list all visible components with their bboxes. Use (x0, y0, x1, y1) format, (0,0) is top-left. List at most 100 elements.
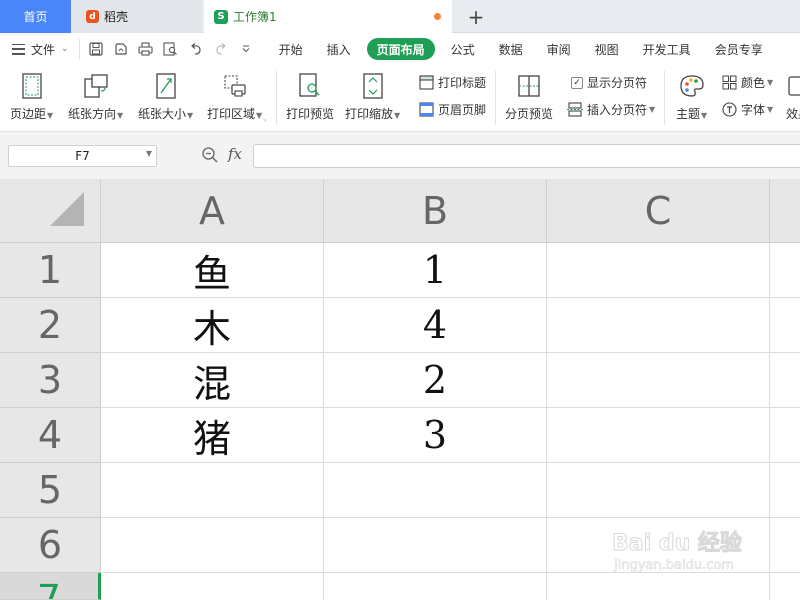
colors-button[interactable]: 颜色 ▼ (721, 74, 773, 91)
cell-b5[interactable] (324, 463, 547, 518)
row-header-6[interactable]: 6 (0, 518, 101, 573)
cell-a4[interactable]: 猪 (101, 408, 324, 463)
row-header-4[interactable]: 4 (0, 408, 101, 463)
print-area-label: 打印区域 (207, 107, 256, 121)
formula-input[interactable] (253, 144, 800, 168)
cell-a7[interactable] (101, 573, 324, 600)
cell-d1[interactable] (770, 243, 800, 298)
show-page-breaks-checkbox[interactable]: ✓ 显示分页符 (571, 74, 647, 91)
cell-d3[interactable] (770, 353, 800, 408)
page-break-preview-button[interactable]: 分页预览 (505, 67, 553, 122)
undo-icon[interactable] (186, 39, 206, 59)
cell-d5[interactable] (770, 463, 800, 518)
chevron-down-icon: ▼ (145, 149, 152, 158)
tab-formulas[interactable]: 公式 (439, 38, 487, 60)
effects-button[interactable]: 效果 (784, 67, 800, 122)
tab-daoke[interactable]: d 稻壳 (72, 0, 202, 33)
cell-a6[interactable] (101, 518, 324, 573)
theme-button[interactable]: 主题▼ (676, 67, 707, 122)
name-box[interactable]: F7 ▼ (8, 145, 157, 167)
watermark-main-text: Bai du 经验 (612, 531, 743, 557)
tab-review[interactable]: 审阅 (535, 38, 583, 60)
print-icon[interactable] (136, 39, 156, 59)
tab-insert[interactable]: 插入 (315, 38, 363, 60)
cell-a1[interactable]: 鱼 (101, 243, 324, 298)
tab-workbook[interactable]: S 工作簿1 (204, 0, 452, 33)
name-box-value: F7 (75, 149, 90, 163)
redo-icon[interactable] (211, 39, 231, 59)
print-scale-button[interactable]: 打印缩放▼ (345, 67, 400, 122)
column-header-a[interactable]: A (101, 179, 324, 243)
fonts-label: 字体 (741, 103, 766, 117)
customize-toolbar-icon[interactable] (236, 39, 256, 59)
tab-developer[interactable]: 开发工具 (631, 38, 703, 60)
cell-c2[interactable] (547, 298, 770, 353)
row-header-5[interactable]: 5 (0, 463, 101, 518)
tab-workbook-label: 工作簿1 (233, 10, 277, 24)
fonts-button[interactable]: 字体 ▼ (721, 101, 773, 118)
print-preview-button[interactable]: 打印预览 (286, 67, 334, 122)
row-header-7[interactable]: 7 (0, 573, 101, 600)
cell-c5[interactable] (547, 463, 770, 518)
cell-b1[interactable]: 1 (324, 243, 547, 298)
row-header-3[interactable]: 3 (0, 353, 101, 408)
page-break-preview-label: 分页预览 (505, 107, 554, 121)
effects-icon (784, 72, 800, 100)
cell-b7[interactable] (324, 573, 547, 600)
save-icon[interactable] (86, 39, 106, 59)
tab-start[interactable]: 开始 (267, 38, 315, 60)
insert-page-break-label: 插入分页符 (587, 103, 648, 117)
cell-d7[interactable] (770, 573, 800, 600)
cell-b3[interactable]: 2 (324, 353, 547, 408)
margins-button[interactable]: 页边距▼ (10, 67, 53, 122)
paper-size-icon (152, 72, 180, 100)
insert-function-icon[interactable]: fx (228, 145, 242, 163)
paper-size-label: 纸张大小 (138, 107, 187, 121)
column-header-b[interactable]: B (324, 179, 547, 243)
cell-c3[interactable] (547, 353, 770, 408)
paper-size-button[interactable]: 纸张大小▼ (138, 67, 193, 122)
cell-b4[interactable]: 3 (324, 408, 547, 463)
dialog-launcher-icon[interactable]: ⌝ (263, 119, 266, 127)
tab-home[interactable]: 首页 (0, 0, 71, 33)
daoke-logo-icon: d (86, 10, 99, 23)
file-menu[interactable]: 文件 ⌄ (0, 33, 69, 65)
tab-page-layout[interactable]: 页面布局 (366, 38, 435, 60)
column-header-d[interactable] (770, 179, 800, 243)
insert-page-break-button[interactable]: 插入分页符 ▼ (567, 101, 655, 118)
row-header-1[interactable]: 1 (0, 243, 101, 298)
cell-d4[interactable] (770, 408, 800, 463)
orientation-button[interactable]: 纸张方向▼ (68, 67, 123, 122)
quick-access-toolbar (78, 39, 261, 59)
tab-view[interactable]: 视图 (583, 38, 631, 60)
insert-page-break-icon (567, 102, 583, 118)
print-preview-icon[interactable] (161, 39, 181, 59)
cell-d2[interactable] (770, 298, 800, 353)
ribbon-page-layout: 页边距▼ 纸张方向▼ 纸张大小▼ 打印区域▼ ⌝ 打印预览 打印缩放▼ 打印标题… (0, 65, 800, 132)
new-tab-button[interactable]: + (462, 0, 490, 33)
cell-b2[interactable]: 4 (324, 298, 547, 353)
column-header-c[interactable]: C (547, 179, 770, 243)
cell-b6[interactable] (324, 518, 547, 573)
cell-c1[interactable] (547, 243, 770, 298)
cell-c4[interactable] (547, 408, 770, 463)
spreadsheet-logo-icon: S (214, 9, 228, 24)
zoom-search-icon[interactable] (201, 146, 219, 164)
palette-icon (678, 72, 706, 100)
select-all-button[interactable] (0, 179, 101, 243)
unsaved-dot-icon (434, 13, 441, 20)
tab-data[interactable]: 数据 (487, 38, 535, 60)
cell-a5[interactable] (101, 463, 324, 518)
cell-d6[interactable] (770, 518, 800, 573)
print-titles-button[interactable]: 打印标题 (418, 74, 486, 91)
print-area-button[interactable]: 打印区域▼ (207, 67, 262, 122)
cell-a2[interactable]: 木 (101, 298, 324, 353)
header-footer-button[interactable]: 页眉页脚 (418, 101, 486, 118)
tab-member[interactable]: 会员专享 (703, 38, 775, 60)
orientation-label: 纸张方向 (68, 107, 117, 121)
cell-a3[interactable]: 混 (101, 353, 324, 408)
export-pdf-icon[interactable] (111, 39, 131, 59)
chevron-down-icon: ⌄ (61, 44, 69, 54)
row-header-2[interactable]: 2 (0, 298, 101, 353)
font-icon (721, 102, 737, 118)
